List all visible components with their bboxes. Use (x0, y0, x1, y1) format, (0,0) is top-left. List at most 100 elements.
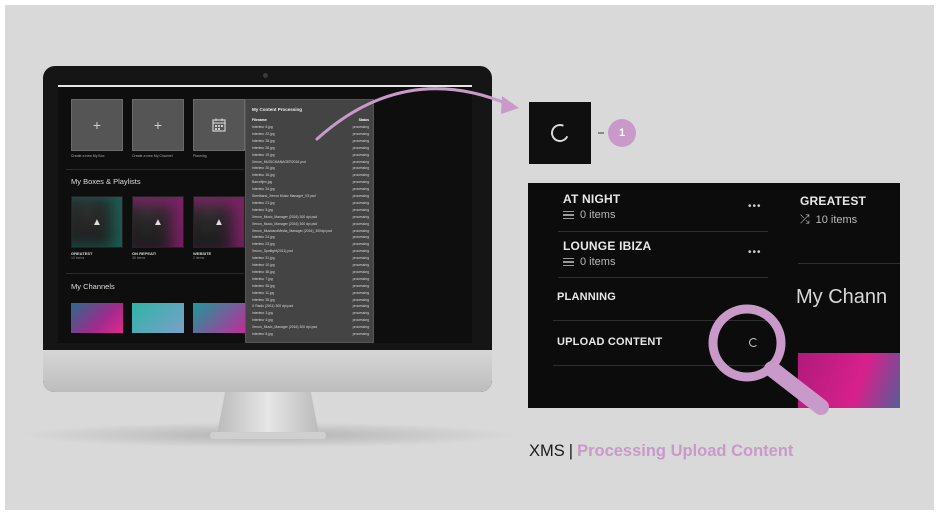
status: processing (352, 187, 369, 192)
logo-icon: ▲ (214, 216, 224, 228)
filename: Steelband_Xenon Music Manager_V3.psd (252, 194, 316, 198)
status: processing (352, 332, 369, 336)
camera-dot (263, 73, 268, 78)
imac-screen: + Create a new My Box + Create a new My … (58, 85, 472, 343)
processing-row: Interieur 10.jpg processing (252, 263, 369, 269)
content-processing-panel: My Content Processing Filename Status Int… (245, 99, 374, 343)
processing-row: Interieur 6.jpg processing (252, 125, 369, 131)
status: processing (352, 145, 369, 150)
screen-top-bar (58, 85, 472, 87)
create-box-tile[interactable]: + (71, 99, 123, 151)
status: processing (352, 242, 369, 247)
processing-row: Xenon_MusicandMedia_Manager (2016)_300dp… (252, 229, 369, 235)
filename: Interieur 31.jpg (252, 256, 275, 261)
status: processing (352, 256, 369, 261)
filename: Interieur 10.jpg (252, 263, 275, 267)
box-card-website[interactable]: ▲ (193, 196, 245, 248)
processing-row: X Radio (2011) 300 dpi.psd processing (252, 304, 369, 310)
status: processing (352, 325, 369, 330)
magnifier-icon (708, 304, 829, 415)
box-count: 10 items (71, 256, 85, 260)
status: processing (352, 304, 369, 309)
processing-row: Interieur 11.jpg processing (252, 291, 369, 297)
processing-row: Interieur 20.jpg processing (252, 166, 369, 172)
plus-icon: + (153, 117, 163, 133)
processing-row: Interieur 16.jpg processing (252, 173, 369, 179)
status: processing (352, 297, 369, 302)
filename: Interieur 35.jpg (252, 297, 275, 302)
imac-chin (43, 350, 492, 392)
filename: Xenon_Music_Manager (2016) 300 dpi.psd (252, 221, 318, 226)
loading-spinner-icon (548, 121, 572, 145)
processing-row: Xenon_Spotlight(2011).psd processing (252, 249, 369, 255)
filename: Interieur 4.jpg (252, 318, 273, 323)
status: processing (352, 152, 369, 157)
filename: Xenon_Music_Manager (2016) 300 dpi.psd (252, 214, 318, 219)
status: processing (352, 180, 369, 185)
status: processing (352, 263, 369, 267)
filename: Interieur 36.jpg (252, 283, 275, 288)
status: processing (352, 235, 369, 240)
status: processing (352, 173, 369, 178)
processing-row: Interieur 8.jpg processing (252, 332, 369, 338)
processing-row: Xenon_Music_Manager (2016) 300 dpi.psd pr… (252, 222, 369, 228)
boxes-heading: My Boxes & Playlists (71, 177, 141, 186)
filename: Xenon_MUSICMANAGER2016.psd (252, 159, 306, 164)
filename: Interieur 8.jpg (252, 332, 273, 336)
processing-row: Interieur 28.jpg processing (252, 139, 369, 145)
status: processing (352, 276, 369, 281)
processing-row: Xenon_Music_Manager (2016) 300 dpi.psd pr… (252, 215, 369, 221)
status: processing (352, 166, 369, 171)
divider (66, 273, 244, 274)
status: processing (352, 290, 369, 295)
filename: X Radio (2011) 300 dpi.psd (252, 304, 294, 309)
status: processing (352, 269, 369, 274)
panel-header-row: Filename Status (252, 118, 369, 124)
status: processing (352, 249, 369, 254)
create-box-label: Create a new My Box (71, 154, 105, 158)
processing-row: Barcelijen.jpg processing (252, 180, 369, 186)
filename: Interieur 16.jpg (252, 173, 275, 178)
processing-row: Interieur 31.jpg processing (252, 256, 369, 262)
filename: Interieur 6.jpg (252, 125, 273, 129)
filename: Interieur 34.jpg (252, 187, 275, 192)
processing-row: Interieur 26.jpg processing (252, 146, 369, 152)
planning-label: Planning (193, 154, 207, 158)
box-card-on-repeat[interactable]: ▲ (132, 196, 184, 248)
processing-row: Interieur 5.jpg processing (252, 208, 369, 214)
status: processing (352, 200, 369, 205)
create-channel-label: Create a new My Channel (132, 154, 173, 158)
planning-tile[interactable] (193, 99, 245, 151)
filename: Xenon_MusicandMedia_Manager (2016)_300dp… (252, 228, 332, 233)
processing-row: Interieur 22.jpg processing (252, 132, 369, 138)
caption: XMS | Processing Upload Content (529, 442, 793, 461)
imac-stand-base (210, 432, 326, 439)
filename: Interieur 26.jpg (252, 145, 275, 150)
status: processing (352, 283, 369, 288)
logo-icon: ▲ (92, 216, 102, 228)
imac-stand (217, 392, 319, 434)
processing-row: Interieur 35.jpg processing (252, 298, 369, 304)
filename: Interieur 23.jpg (252, 242, 275, 247)
channel-card[interactable] (193, 303, 245, 333)
processing-row: Interieur 21.jpg processing (252, 201, 369, 207)
status: processing (352, 228, 369, 233)
status: processing (352, 318, 369, 323)
status: processing (352, 194, 369, 198)
processing-row: Xenon_Music_Manager (2016) 300 dpi.psd pr… (252, 325, 369, 331)
status: processing (352, 159, 369, 164)
filename: Interieur 22.jpg (252, 131, 275, 136)
box-card-greatest[interactable]: ▲ (71, 196, 123, 248)
box-count: 30 items (132, 256, 146, 260)
filename: Interieur 5.jpg (252, 207, 273, 212)
create-channel-tile[interactable]: + (132, 99, 184, 151)
filename-header: Filename (252, 118, 267, 122)
logo-icon: ▲ (153, 216, 163, 228)
filename: Interieur 20.jpg (252, 166, 275, 171)
channel-card[interactable] (132, 303, 184, 333)
processing-row: Interieur 3.jpg processing (252, 311, 369, 317)
filename: Barcelijen.jpg (252, 180, 273, 185)
channel-card[interactable] (71, 303, 123, 333)
processing-row: Interieur 4.jpg processing (252, 318, 369, 324)
filename: Interieur 28.jpg (252, 138, 275, 143)
